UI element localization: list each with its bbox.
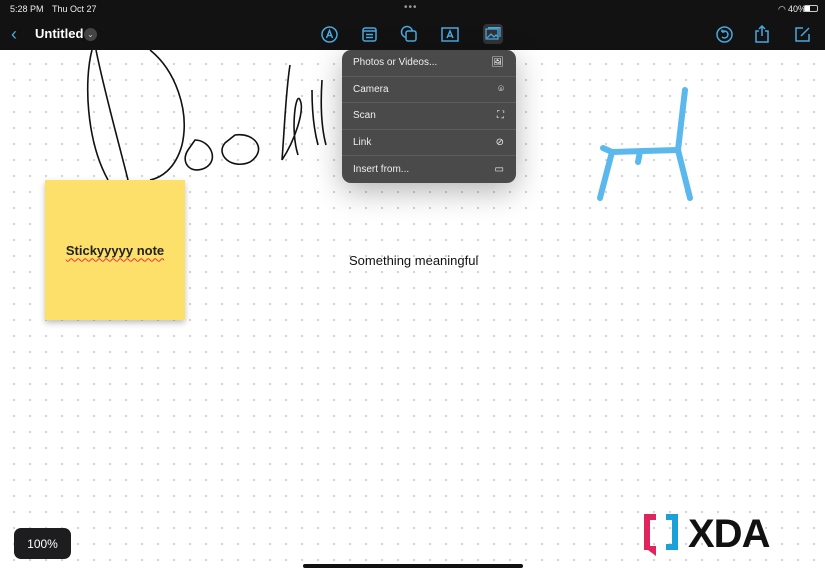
multitasking-dots-icon[interactable]: •••	[404, 2, 418, 13]
sticky-note-text: Stickyyyyy note	[65, 242, 165, 258]
insert-media-menu: Photos or Videos... 🖼 Camera ⌾ Scan ⛶ Link ⊘…	[342, 50, 516, 183]
pen-tool-button[interactable]	[319, 24, 339, 44]
xda-logo-text: XDA	[688, 511, 770, 556]
scan-icon: ⛶	[497, 110, 504, 122]
menu-item-label: Camera	[353, 83, 389, 95]
menu-item-camera[interactable]: Camera ⌾	[342, 77, 516, 104]
wifi-icon: ◠	[778, 4, 786, 14]
back-button[interactable]: ‹	[4, 24, 24, 44]
menu-item-scan[interactable]: Scan ⛶	[342, 103, 516, 130]
undo-button[interactable]	[714, 24, 734, 44]
document-title[interactable]: Untitled	[35, 26, 83, 41]
media-button[interactable]	[483, 24, 503, 44]
text-box[interactable]: Something meaningful	[349, 253, 478, 268]
camera-icon: ⌾	[498, 83, 504, 95]
battery-icon	[804, 5, 818, 12]
text-box-button[interactable]	[440, 24, 460, 44]
share-button[interactable]	[752, 24, 772, 44]
status-time: 5:28 PM	[10, 4, 44, 14]
menu-item-link[interactable]: Link ⊘	[342, 130, 516, 157]
xda-watermark: XDA	[642, 510, 770, 558]
status-date: Thu Oct 27	[52, 4, 97, 14]
menu-item-label: Insert from...	[353, 164, 410, 176]
home-indicator[interactable]	[303, 564, 523, 568]
shapes-button[interactable]	[399, 24, 419, 44]
sticky-note-button[interactable]	[359, 24, 379, 44]
sticky-note[interactable]: Stickyyyyy note	[45, 180, 185, 320]
photo-icon: 🖼	[491, 57, 504, 69]
menu-item-photos-or-videos[interactable]: Photos or Videos... 🖼	[342, 50, 516, 77]
xda-logo-icon	[644, 514, 678, 556]
zoom-level-button[interactable]: 100%	[14, 528, 71, 559]
compose-button[interactable]	[792, 24, 812, 44]
menu-item-label: Scan	[353, 110, 376, 122]
compass-icon: ⊘	[495, 137, 504, 149]
chevron-down-icon[interactable]: ⌄	[84, 28, 97, 41]
menu-item-label: Photos or Videos...	[353, 57, 438, 69]
menu-item-label: Link	[353, 137, 372, 149]
top-bar: 5:28 PM Thu Oct 27 ••• ◠ 40% ‹ Untitled …	[0, 0, 825, 50]
folder-icon: ▭	[494, 164, 504, 176]
menu-item-insert-from[interactable]: Insert from... ▭	[342, 156, 516, 183]
